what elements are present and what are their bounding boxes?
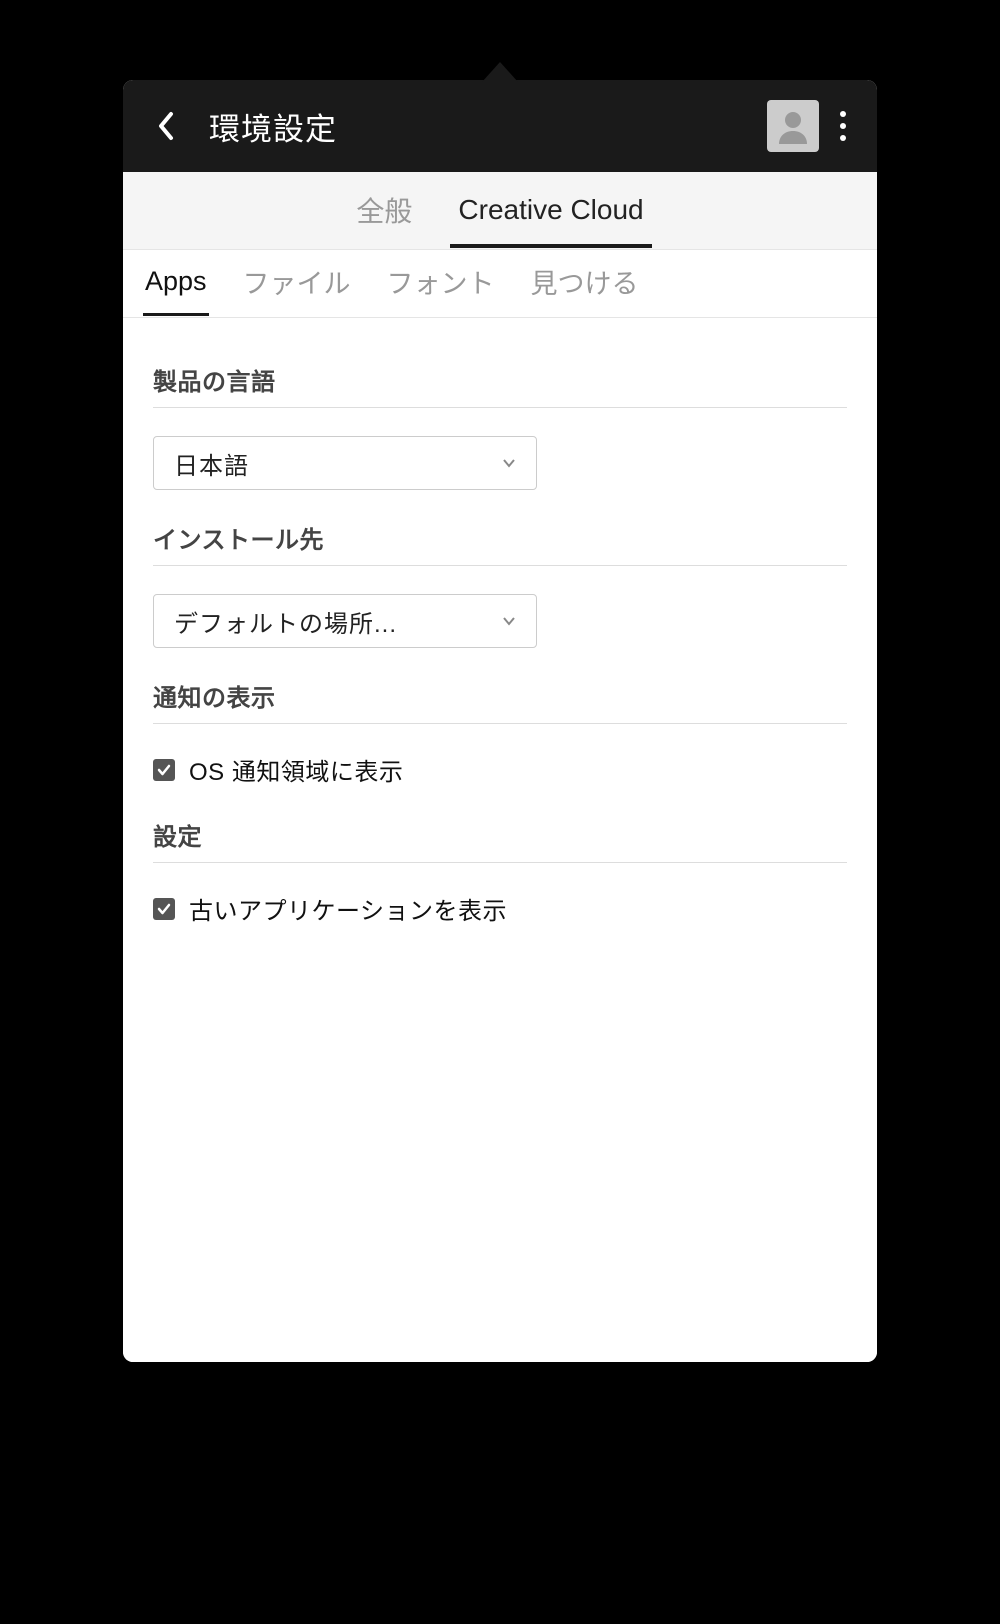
- content: 製品の言語 日本語 インストール先 デフォルトの場所... 通知の表示 OS 通…: [123, 318, 877, 1362]
- language-select-value: 日本語: [174, 446, 249, 481]
- notify-checkbox-row: OS 通知領域に表示: [153, 752, 847, 787]
- old-apps-checkbox-row: 古いアプリケーションを表示: [153, 891, 847, 926]
- avatar[interactable]: [767, 100, 819, 152]
- chevron-down-icon: [502, 613, 516, 629]
- notify-section-label: 通知の表示: [153, 678, 847, 713]
- popover-arrow: [482, 62, 518, 82]
- menu-button[interactable]: [823, 100, 863, 152]
- os-notify-checkbox[interactable]: [153, 759, 175, 781]
- install-location-select[interactable]: デフォルトの場所...: [153, 594, 537, 648]
- tab-creative-cloud[interactable]: Creative Cloud: [450, 175, 651, 247]
- os-notify-label: OS 通知領域に表示: [189, 752, 403, 787]
- page-title: 環境設定: [209, 104, 337, 149]
- language-select[interactable]: 日本語: [153, 436, 537, 490]
- tab-find[interactable]: 見つける: [529, 248, 641, 319]
- divider: [153, 862, 847, 863]
- secondary-tabs: Apps ファイル フォント 見つける: [123, 250, 877, 318]
- chevron-down-icon: [502, 455, 516, 471]
- tab-fonts[interactable]: フォント: [385, 248, 497, 319]
- divider: [153, 723, 847, 724]
- header: 環境設定: [123, 80, 877, 172]
- install-select-value: デフォルトの場所...: [174, 604, 397, 639]
- settings-section-label: 設定: [153, 817, 847, 852]
- primary-tabs: 全般 Creative Cloud: [123, 172, 877, 250]
- show-old-apps-checkbox[interactable]: [153, 898, 175, 920]
- install-section-label: インストール先: [153, 520, 847, 555]
- tab-general[interactable]: 全般: [348, 171, 420, 251]
- preferences-panel: 環境設定 全般 Creative Cloud Apps ファイル フォント 見つ…: [123, 80, 877, 1362]
- old-apps-label: 古いアプリケーションを表示: [189, 891, 507, 926]
- tab-files[interactable]: ファイル: [241, 248, 353, 319]
- language-section-label: 製品の言語: [153, 362, 847, 397]
- tab-apps[interactable]: Apps: [143, 252, 209, 315]
- divider: [153, 565, 847, 566]
- back-button[interactable]: [147, 106, 187, 146]
- divider: [153, 407, 847, 408]
